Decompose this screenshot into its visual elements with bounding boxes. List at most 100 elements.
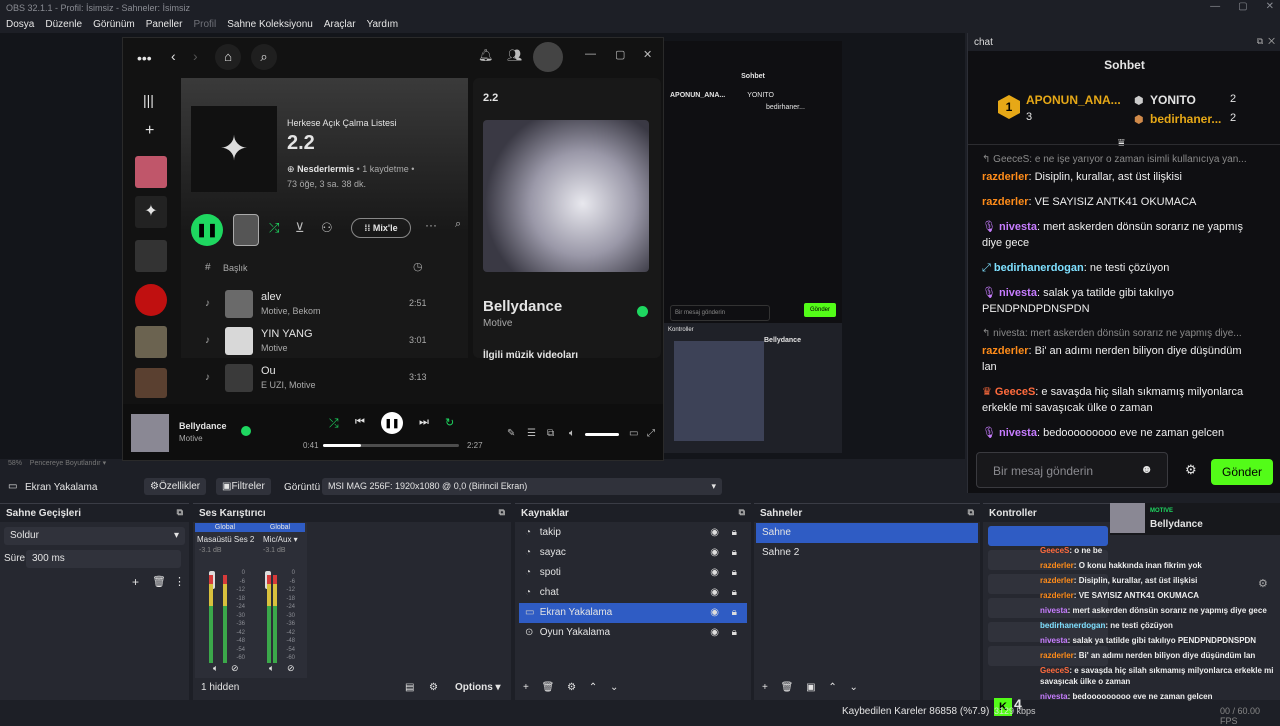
chat-username[interactable]: razderler bbox=[982, 345, 1028, 357]
chat-message[interactable]: 🎙︎ nivesta: mert askerden dönsün sorarız… bbox=[968, 219, 1268, 251]
play-pause-button[interactable]: ❚❚ bbox=[381, 412, 403, 434]
move-up-icon[interactable]: ⌃ bbox=[589, 682, 597, 693]
visibility-icon[interactable]: ◉ bbox=[710, 563, 719, 583]
properties-button[interactable]: ⚙Özellikler bbox=[144, 478, 207, 495]
zoom-indicator[interactable]: 58% Pencereye Boyutlandır ▾ bbox=[8, 459, 106, 467]
nowplaying-view-icon[interactable]: ✎ bbox=[507, 428, 515, 439]
filter-icon[interactable]: ▣ bbox=[806, 682, 815, 693]
bell-icon[interactable]: 🔔︎ bbox=[478, 48, 493, 62]
track-row[interactable]: ♪ YIN YANG Motive 3:01 bbox=[181, 323, 468, 360]
device-icon[interactable]: ⧉ bbox=[547, 428, 554, 439]
menu-düzenle[interactable]: Düzenle bbox=[45, 19, 82, 30]
search-icon[interactable]: ⌕ bbox=[455, 218, 461, 231]
shuffle-icon[interactable]: ⤮ bbox=[329, 416, 339, 431]
track-title[interactable]: YIN YANG bbox=[261, 328, 313, 340]
chat-username[interactable]: bedirhanerdogan bbox=[994, 262, 1084, 274]
library-thumb[interactable]: ✦ bbox=[135, 196, 167, 228]
add-icon[interactable]: + bbox=[132, 575, 139, 589]
menu-araçlar[interactable]: Araçlar bbox=[324, 19, 356, 30]
filters-button[interactable]: ▣Filtreler bbox=[216, 478, 271, 495]
scene-item[interactable]: Sahne 2 bbox=[756, 543, 978, 563]
top2-name[interactable]: YONITO bbox=[1150, 93, 1196, 107]
mixer-settings-icon[interactable]: ⚙ bbox=[429, 682, 438, 693]
emoji-icon[interactable]: ☻ bbox=[1140, 462, 1153, 476]
delete-icon[interactable]: 🗑︎ bbox=[152, 575, 166, 588]
previous-icon[interactable]: ⏮︎ bbox=[355, 416, 365, 429]
track-title[interactable]: Ou bbox=[261, 365, 276, 377]
source-item[interactable]: ◔ takip ◉ 🔒︎ bbox=[519, 523, 747, 543]
menu-profil[interactable]: Profil bbox=[193, 19, 216, 30]
shuffle-icon[interactable]: ⤮ bbox=[269, 220, 279, 236]
chat-username[interactable]: razderler bbox=[982, 171, 1028, 183]
move-up-icon[interactable]: ⌃ bbox=[828, 682, 836, 693]
monitor-icon[interactable]: ⊘ bbox=[287, 663, 295, 674]
menu-görünüm[interactable]: Görünüm bbox=[93, 19, 135, 30]
layout-icon[interactable]: ▤ bbox=[405, 682, 414, 693]
visibility-icon[interactable]: ◉ bbox=[710, 523, 719, 543]
source-item[interactable]: ◔ chat ◉ 🔒︎ bbox=[519, 583, 747, 603]
settings-icon[interactable]: ⚙ bbox=[567, 682, 576, 693]
source-item[interactable]: ⊙ Oyun Yakalama ◉ 🔒︎ bbox=[519, 623, 747, 643]
delete-icon[interactable]: 🗑︎ bbox=[781, 682, 794, 693]
undock-icon[interactable]: ⧉ bbox=[739, 507, 745, 518]
lock-icon[interactable]: 🔒︎ bbox=[732, 543, 737, 563]
mix-button[interactable]: ⁞⁞ Mix'le bbox=[351, 218, 411, 238]
search-icon[interactable]: ⌕ bbox=[251, 44, 277, 70]
menu-dosya[interactable]: Dosya bbox=[6, 19, 34, 30]
add-icon[interactable]: + bbox=[762, 682, 768, 693]
saved-check-icon[interactable] bbox=[637, 306, 648, 317]
visibility-icon[interactable]: ◉ bbox=[710, 583, 719, 603]
display-select[interactable]: MSI MAG 256F: 1920x1080 @ 0,0 (Birincil … bbox=[322, 478, 722, 495]
source-item[interactable]: ▭ Ekran Yakalama ◉ 🔒︎ bbox=[519, 603, 747, 623]
visibility-icon[interactable]: ◉ bbox=[710, 543, 719, 563]
settings-icon[interactable]: ⚙ bbox=[1258, 577, 1268, 590]
progress-slider[interactable] bbox=[323, 444, 459, 447]
player-title[interactable]: Bellydance bbox=[179, 421, 227, 431]
avatar[interactable] bbox=[533, 42, 563, 72]
fullscreen-icon[interactable]: ⤢ bbox=[647, 428, 655, 439]
friends-icon[interactable]: 👥︎ bbox=[507, 48, 522, 62]
library-thumb[interactable] bbox=[135, 284, 167, 316]
speaker-icon[interactable]: 🔈︎ bbox=[213, 663, 218, 674]
chat-username[interactable]: nivesta bbox=[999, 427, 1037, 439]
add-icon[interactable]: + bbox=[523, 682, 529, 693]
leader-name[interactable]: APONUN_ANA... bbox=[1026, 93, 1121, 107]
chat-username[interactable]: razderler bbox=[982, 196, 1028, 208]
minimize-icon[interactable]: — bbox=[1210, 1, 1220, 12]
chat-message[interactable]: 🎙︎ nivesta: bedooooooooo eve ne zaman ge… bbox=[968, 425, 1268, 441]
volume-slider[interactable] bbox=[585, 433, 619, 436]
plus-icon[interactable]: + bbox=[145, 122, 154, 140]
undock-icon[interactable]: ⧉ bbox=[177, 507, 183, 518]
chat-message[interactable]: razderler: Disiplin, kurallar, ast üst i… bbox=[968, 169, 1268, 185]
library-thumb[interactable] bbox=[135, 326, 167, 358]
minimize-icon[interactable]: — bbox=[585, 48, 596, 60]
track-row[interactable]: ♪ alev Motive, Bekom 2:51 bbox=[181, 286, 468, 323]
start-stream-button[interactable] bbox=[988, 526, 1108, 546]
next-icon[interactable]: ⏭︎ bbox=[419, 416, 429, 429]
forward-icon[interactable]: › bbox=[193, 48, 198, 64]
lock-icon[interactable]: 🔒︎ bbox=[732, 523, 737, 543]
chat-message[interactable]: ⤢ bedirhanerdogan: ne testi çözüyon bbox=[968, 260, 1268, 276]
invite-icon[interactable]: ⚇ bbox=[321, 220, 333, 236]
visibility-icon[interactable]: ◉ bbox=[710, 623, 719, 643]
chat-username[interactable]: GeeceS bbox=[995, 386, 1035, 398]
undock-icon[interactable]: ⧉ bbox=[968, 507, 974, 518]
lock-icon[interactable]: 🔒︎ bbox=[732, 563, 737, 583]
undock-icon[interactable]: ⧉ bbox=[499, 507, 505, 518]
chat-message[interactable]: ♛ GeeceS: e savaşda hiç silah sıkmamış m… bbox=[968, 384, 1268, 416]
source-item[interactable]: ◔ sayac ◉ 🔒︎ bbox=[519, 543, 747, 563]
volume-icon[interactable]: 🔈︎ bbox=[569, 428, 575, 439]
chat-username[interactable]: nivesta bbox=[999, 221, 1037, 233]
speaker-icon[interactable]: 🔈︎ bbox=[269, 663, 274, 674]
source-item[interactable]: ◔ spoti ◉ 🔒︎ bbox=[519, 563, 747, 583]
lock-icon[interactable]: 🔒︎ bbox=[732, 603, 737, 623]
track-artist[interactable]: E UZI, Motive bbox=[261, 380, 316, 390]
play-pause-button[interactable]: ❚❚ bbox=[191, 214, 223, 246]
channel-name[interactable]: Mic/Aux ▾ bbox=[255, 532, 307, 547]
send-button[interactable]: Gönder bbox=[1211, 459, 1273, 485]
visibility-icon[interactable]: ◉ bbox=[710, 603, 719, 623]
monitor-icon[interactable]: ⊘ bbox=[231, 663, 239, 674]
more-icon[interactable]: ··· bbox=[425, 218, 437, 232]
maximize-icon[interactable]: ▢ bbox=[1238, 1, 1247, 12]
duration-input[interactable]: 300 ms bbox=[26, 550, 181, 568]
